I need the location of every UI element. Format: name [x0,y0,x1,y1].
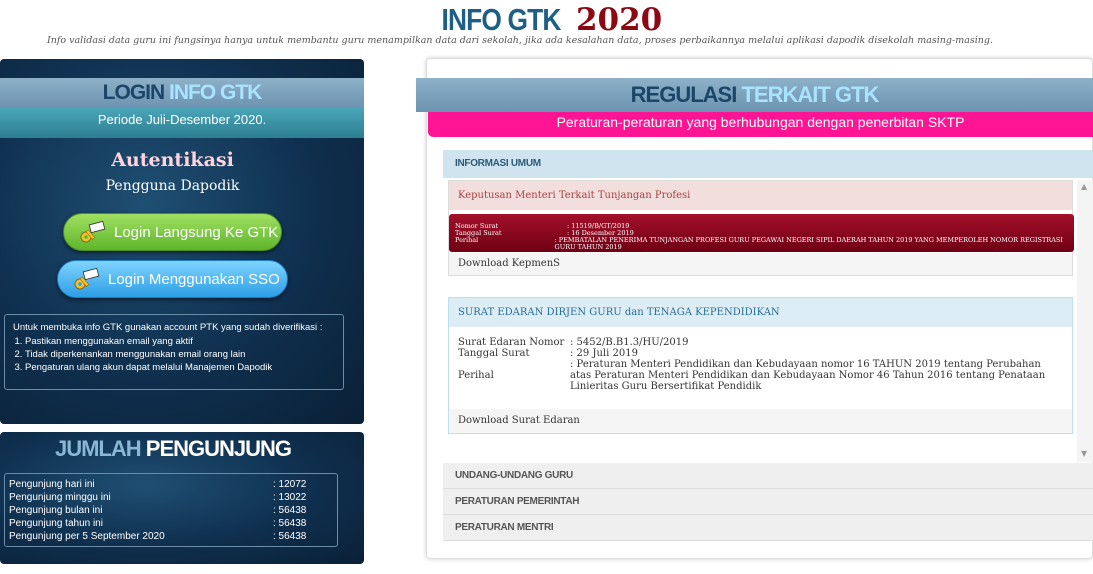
regulasi-ribbon: REGULASI TERKAIT GTK [416,78,1093,112]
regulasi-subtitle: Peraturan-peraturan yang berhubungan den… [428,112,1093,137]
page-subtitle: Info validasi data guru ini fungsinya ha… [47,35,993,46]
title-year: 2020 [575,2,663,38]
login-info-list: Pastikan menggunakan email yang aktif Ti… [13,335,335,374]
visitor-row: Pengunjung per 5 September 2020 : 56438 [9,530,333,543]
visitor-value: : 12072 [273,479,307,490]
surat-edaran-card: SURAT EDARAN DIRJEN GURU dan TENAGA KEPE… [448,297,1073,434]
scroll-up-icon[interactable]: ▲ [1081,182,1087,191]
login-info-box: Untuk membuka info GTK gunakan account P… [4,314,344,390]
login-info-item: Pengaturan ulang akun dapat melalui Mana… [25,361,335,374]
key-icon [80,221,106,243]
visitor-title: JUMLAH PENGUNJUNG [0,436,346,462]
login-sso-button[interactable]: Login Menggunakan SSO [57,260,288,298]
visitor-row: Pengunjung minggu ini : 13022 [9,491,333,504]
regulasi-ribbon-label: REGULASI [630,82,738,107]
visitor-label: Pengunjung tahun ini [9,518,103,529]
accordion-peraturan-pemerintah[interactable]: PERATURAN PEMERINTAH [443,489,1093,515]
visitor-stats: Pengunjung hari ini : 12072 Pengunjung mi… [4,473,338,547]
visitor-row: Pengunjung bulan ini : 56438 [9,504,333,517]
login-ribbon-label-highlight: INFO GTK [169,81,262,104]
visitor-value: : 56438 [273,505,307,516]
auth-title: Autentikasi [111,149,234,171]
visitor-row: Pengunjung tahun ini : 56438 [9,517,333,530]
visitor-value: : 56438 [273,518,307,529]
download-kepmen-link[interactable]: Download KepmenS [449,253,1072,275]
surat-edaran-detail: Surat Edaran Nomor: 5452/B.B1.3/HU/2019 … [449,327,1072,392]
kepmen-card: Keputusan Menteri Terkait Tunjangan Prof… [448,180,1074,276]
page-title: INFO GTK 2020 [0,2,1093,38]
download-surat-edaran-link[interactable]: Download Surat Edaran [449,409,1072,433]
login-sso-label: Login Menggunakan SSO [108,271,280,288]
key-icon [74,268,100,290]
se-perihal-label: Perihal [458,370,494,381]
auth-subtitle: Pengguna Dapodik [105,178,240,194]
visitor-label: Pengunjung bulan ini [9,505,103,516]
accordion-informasi-umum[interactable]: INFORMASI UMUM [443,150,1093,178]
kepmen-perihal-label: Perihal [455,236,479,244]
login-gtk-label: Login Langsung Ke GTK [114,224,279,241]
accordion-undang-undang[interactable]: UNDANG-UNDANG GURU [443,463,1093,489]
visitor-label: Pengunjung minggu ini [9,492,111,503]
visitor-title-b: PENGUNJUNG [145,436,292,461]
visitor-panel: JUMLAH PENGUNJUNG Pengunjung hari ini : 1… [0,432,364,564]
visitor-value: : 13022 [273,492,307,503]
kepmen-card-title: Keputusan Menteri Terkait Tunjangan Prof… [449,181,1072,210]
scrollbar[interactable]: ▲ ▼ [1077,180,1093,462]
se-tanggal-value: : 29 Juli 2019 [570,348,638,359]
surat-edaran-title: SURAT EDARAN DIRJEN GURU dan TENAGA KEPE… [449,298,1072,327]
login-gtk-button[interactable]: Login Langsung Ke GTK [63,213,282,251]
kepmen-detail: Nomor Surat: 11519/B/GT/2019 Tanggal Sur… [449,214,1074,252]
se-tanggal-label: Tanggal Surat [458,348,530,359]
accordion-peraturan-mentri[interactable]: PERATURAN MENTRI [443,515,1093,541]
login-ribbon: LOGIN INFO GTK [0,78,364,108]
scroll-down-icon[interactable]: ▼ [1081,449,1087,458]
kepmen-perihal-value: : PEMBATALAN PENERIMA TUNJANGAN PROFESI … [554,236,1063,251]
visitor-value: : 56438 [273,531,307,542]
visitor-row: Pengunjung hari ini : 12072 [9,478,333,491]
se-nomor-label: Surat Edaran Nomor [458,337,565,348]
regulasi-ribbon-label-highlight: TERKAIT GTK [741,82,879,107]
visitor-label: Pengunjung per 5 September 2020 [9,531,165,542]
period-label: Periode Juli-Desember 2020. [0,108,364,138]
login-info-item: Pastikan menggunakan email yang aktif [25,335,335,348]
login-info-intro: Untuk membuka info GTK gunakan account P… [13,322,323,333]
title-info-gtk: INFO GTK [441,2,561,37]
se-perihal-value: : Peraturan Menteri Pendidikan dan Kebud… [570,359,1046,392]
visitor-title-a: JUMLAH [54,436,142,461]
login-panel: LOGIN INFO GTK Periode Juli-Desember 202… [0,59,364,424]
visitor-label: Pengunjung hari ini [9,479,95,490]
se-nomor-value: : 5452/B.B1.3/HU/2019 [570,337,689,348]
login-ribbon-label: LOGIN [102,81,165,104]
login-info-item: Tidak diperkenankan menggunakan email or… [25,348,335,361]
